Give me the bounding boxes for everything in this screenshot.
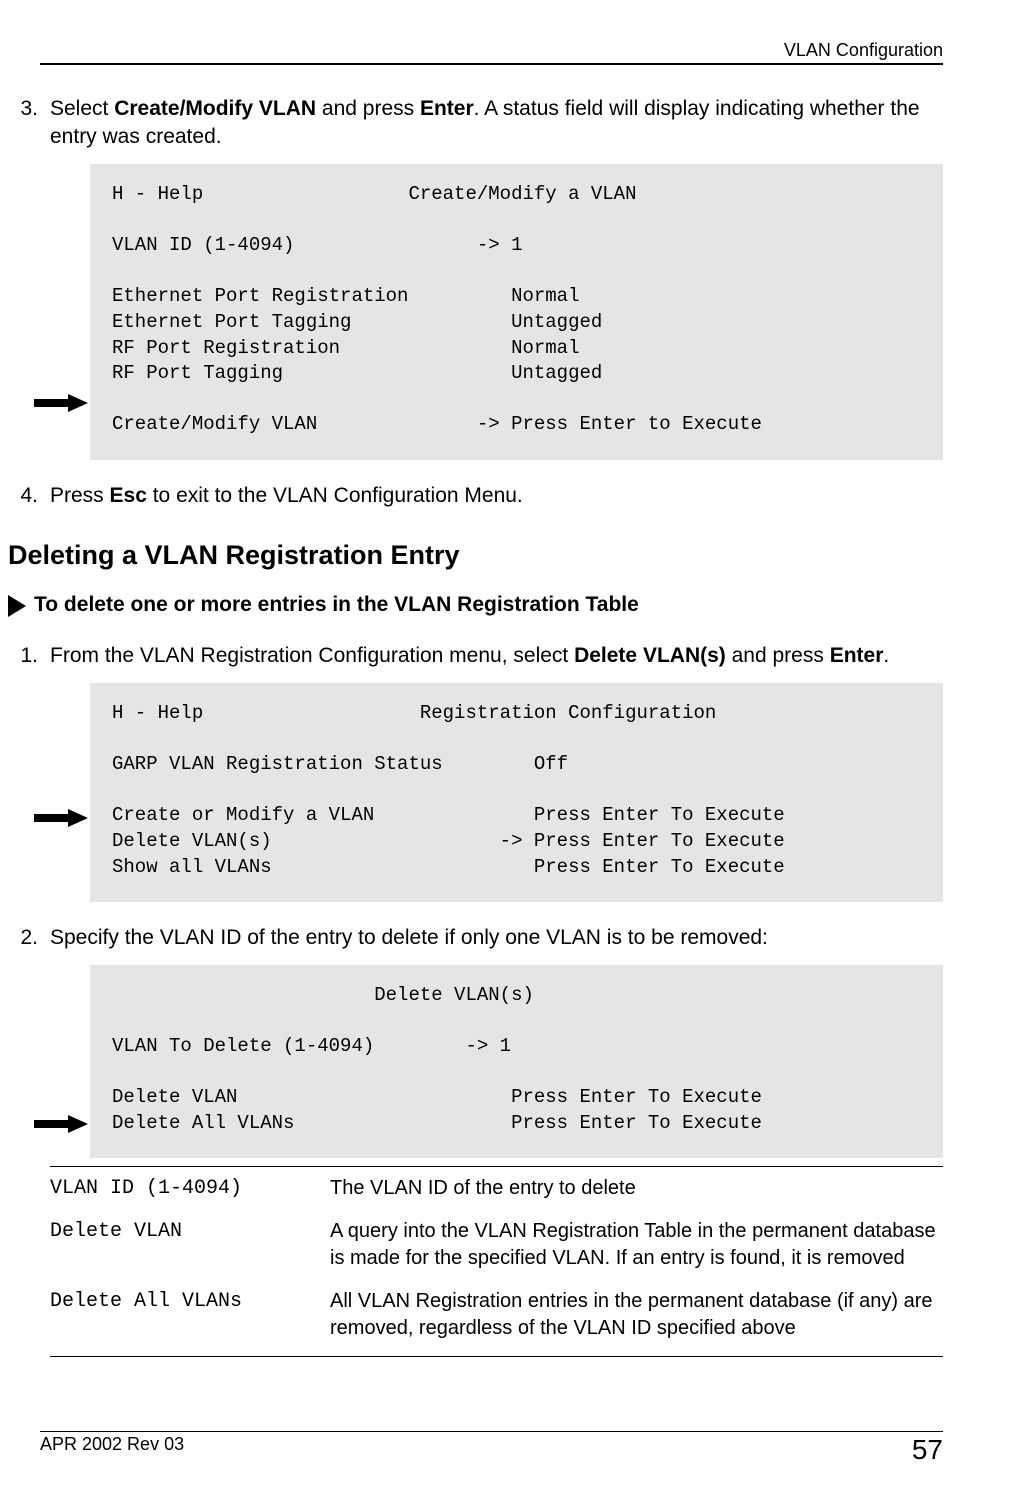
step-body: Specify the VLAN ID of the entry to dele… — [50, 924, 943, 952]
step-number: 2. — [10, 924, 50, 952]
definition-row: VLAN ID (1-4094) The VLAN ID of the entr… — [50, 1175, 943, 1202]
terminal-output: H - Help Create/Modify a VLAN VLAN ID (1… — [90, 164, 943, 460]
footer-revision: APR 2002 Rev 03 — [40, 1434, 184, 1466]
terminal-block-3: Delete VLAN(s) VLAN To Delete (1-4094) -… — [90, 965, 943, 1159]
terminal-output: Delete VLAN(s) VLAN To Delete (1-4094) -… — [90, 965, 943, 1159]
step-number: 3. — [10, 95, 50, 152]
procedure-title: To delete one or more entries in the VLA… — [34, 593, 639, 617]
running-header: VLAN Configuration — [40, 40, 943, 65]
procedure-heading: To delete one or more entries in the VLA… — [8, 593, 943, 622]
step-body: Press Esc to exit to the VLAN Configurat… — [50, 482, 943, 510]
definition-description: A query into the VLAN Registration Table… — [330, 1218, 943, 1272]
terminal-block-2: H - Help Registration Configuration GARP… — [90, 683, 943, 902]
terminal-output: H - Help Registration Configuration GARP… — [90, 683, 943, 902]
step-2: 2. Specify the VLAN ID of the entry to d… — [10, 924, 943, 952]
procedure-arrow-icon — [8, 595, 26, 622]
page-footer: APR 2002 Rev 03 57 — [40, 1431, 943, 1466]
definition-description: All VLAN Registration entries in the per… — [330, 1288, 943, 1342]
step-body: From the VLAN Registration Configuration… — [50, 642, 943, 670]
terminal-block-1: H - Help Create/Modify a VLAN VLAN ID (1… — [90, 164, 943, 460]
running-title: VLAN Configuration — [784, 40, 943, 60]
arrow-icon — [34, 809, 88, 827]
arrow-icon — [34, 394, 88, 412]
step-3: 3. Select Create/Modify VLAN and press E… — [10, 95, 943, 152]
section-heading: Deleting a VLAN Registration Entry — [8, 540, 943, 571]
arrow-icon — [34, 1115, 88, 1133]
definition-row: Delete All VLANs All VLAN Registration e… — [50, 1288, 943, 1342]
definition-row: Delete VLAN A query into the VLAN Regist… — [50, 1218, 943, 1272]
step-1: 1. From the VLAN Registration Configurat… — [10, 642, 943, 670]
definition-term: Delete VLAN — [50, 1218, 330, 1272]
definition-description: The VLAN ID of the entry to delete — [330, 1175, 943, 1202]
step-number: 1. — [10, 642, 50, 670]
page-content: 3. Select Create/Modify VLAN and press E… — [0, 65, 943, 1357]
step-4: 4. Press Esc to exit to the VLAN Configu… — [10, 482, 943, 510]
step-number: 4. — [10, 482, 50, 510]
definition-term: Delete All VLANs — [50, 1288, 330, 1342]
page-number: 57 — [912, 1434, 943, 1466]
definition-table: VLAN ID (1-4094) The VLAN ID of the entr… — [50, 1166, 943, 1357]
definition-term: VLAN ID (1-4094) — [50, 1175, 330, 1202]
step-body: Select Create/Modify VLAN and press Ente… — [50, 95, 943, 152]
